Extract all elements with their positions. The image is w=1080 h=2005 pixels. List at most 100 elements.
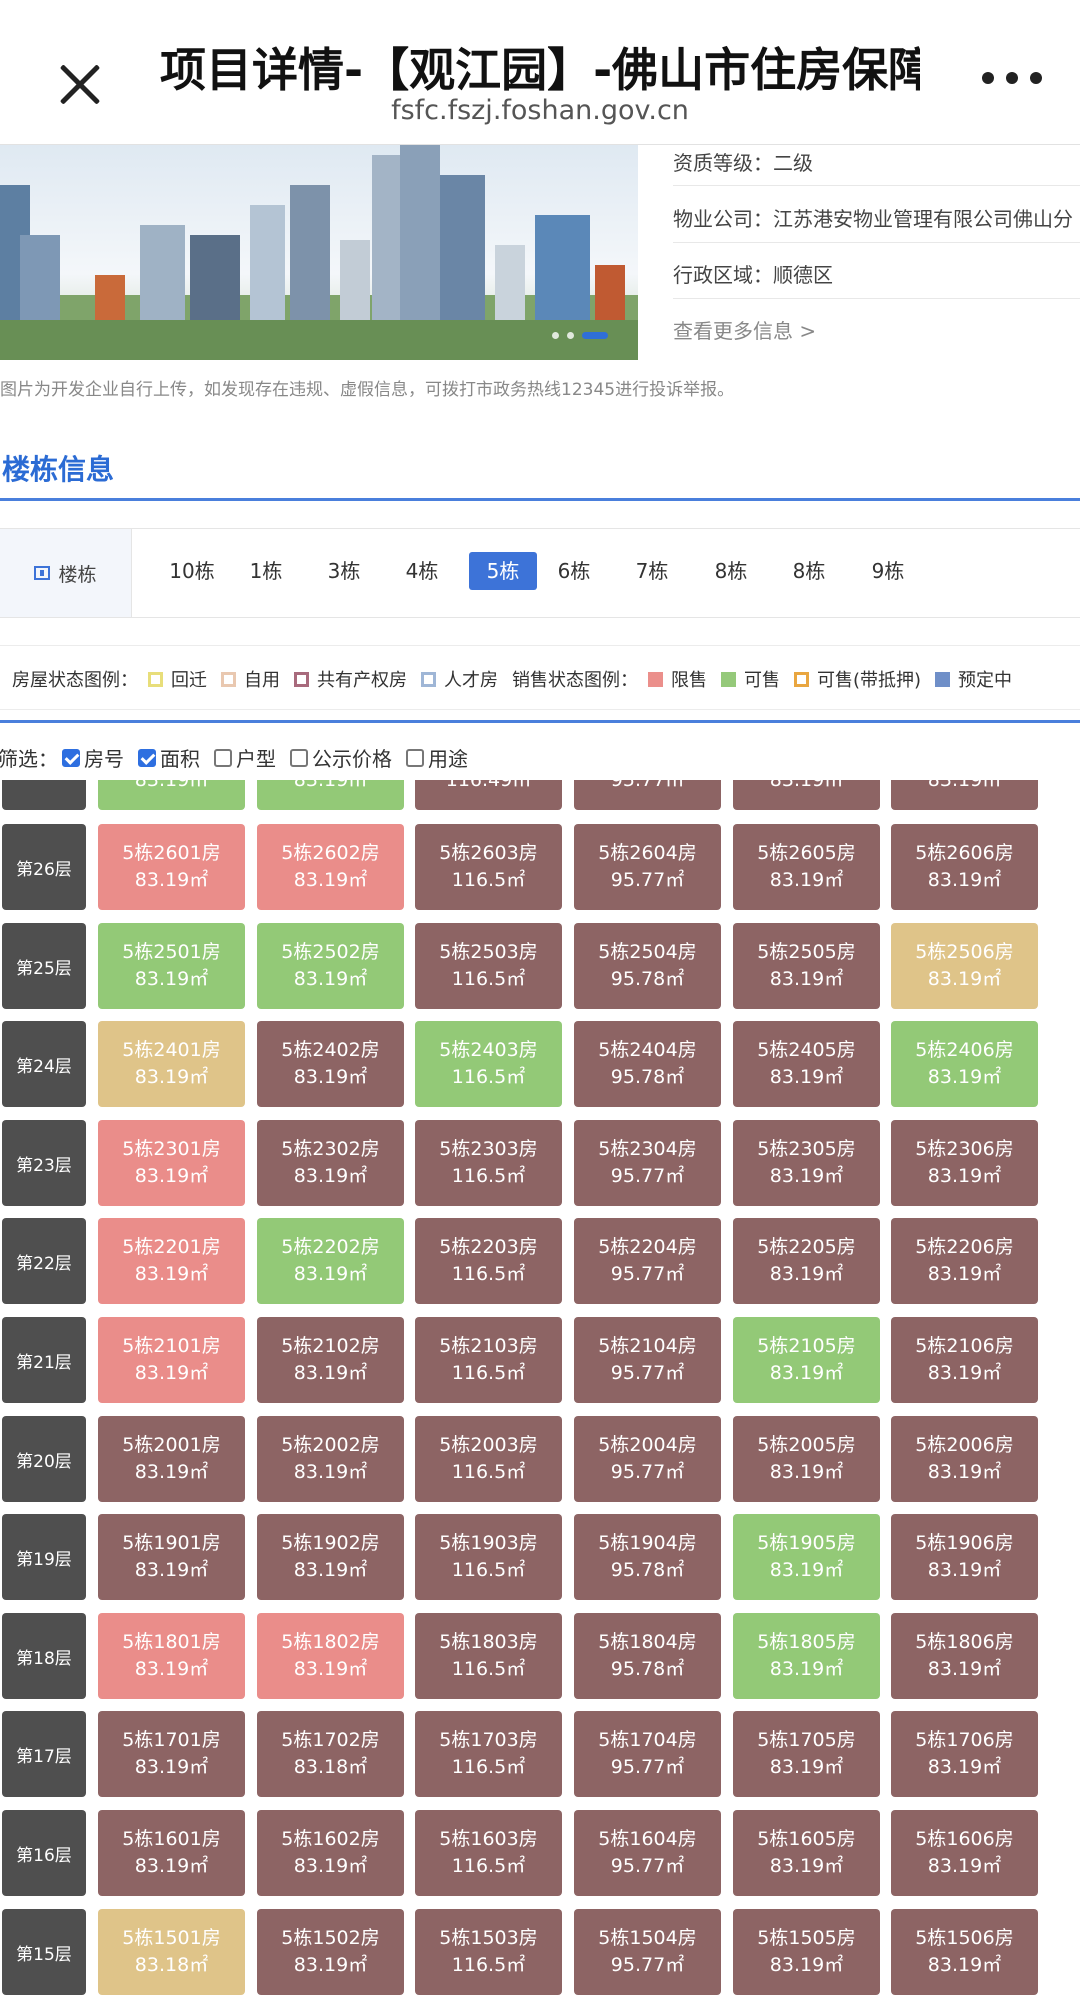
unit-cell[interactable]: 5栋1902房 83.19㎡ — [257, 1514, 404, 1600]
photo-pagination[interactable] — [552, 332, 608, 339]
unit-cell[interactable]: 5栋2005房 83.19㎡ — [733, 1416, 880, 1502]
unit-cell[interactable]: 5栋2404房 95.78㎡ — [574, 1021, 721, 1107]
unit-cell[interactable]: 83.19㎡ — [257, 780, 404, 810]
unit-cell[interactable]: 83.19㎡ — [733, 780, 880, 810]
unit-cell[interactable]: 5栋1806房 83.19㎡ — [891, 1613, 1038, 1699]
unit-cell[interactable]: 5栋1901房 83.19㎡ — [98, 1514, 245, 1600]
unit-cell[interactable]: 5栋1502房 83.19㎡ — [257, 1909, 404, 1995]
unit-cell[interactable]: 5栋1504房 95.77㎡ — [574, 1909, 721, 1995]
building-tab[interactable]: 5栋 — [469, 552, 537, 590]
building-tab[interactable]: 1栋 — [242, 552, 290, 590]
unit-cell[interactable]: 5栋1705房 83.19㎡ — [733, 1711, 880, 1797]
filter-option[interactable]: 面积 — [138, 743, 200, 772]
unit-cell[interactable]: 5栋1706房 83.19㎡ — [891, 1711, 1038, 1797]
unit-cell[interactable]: 5栋1905房 83.19㎡ — [733, 1514, 880, 1600]
building-tab[interactable]: 9栋 — [864, 552, 912, 590]
building-tab[interactable]: 8栋 — [785, 552, 833, 590]
unit-cell[interactable]: 5栋2102房 83.19㎡ — [257, 1317, 404, 1403]
unit-cell[interactable]: 5栋2604房 95.77㎡ — [574, 824, 721, 910]
unit-cell[interactable]: 5栋1601房 83.19㎡ — [98, 1810, 245, 1896]
checkbox-checked-icon[interactable] — [138, 748, 156, 767]
unit-cell[interactable]: 5栋2602房 83.19㎡ — [257, 824, 404, 910]
filter-option[interactable]: 用途 — [406, 743, 468, 772]
unit-cell[interactable]: 5栋2605房 83.19㎡ — [733, 824, 880, 910]
unit-cell[interactable]: 5栋2105房 83.19㎡ — [733, 1317, 880, 1403]
more-info-link[interactable]: 查看更多信息 > — [673, 315, 816, 344]
unit-cell[interactable]: 5栋2201房 83.19㎡ — [98, 1218, 245, 1304]
unit-cell[interactable]: 5栋1602房 83.19㎡ — [257, 1810, 404, 1896]
unit-cell[interactable]: 5栋2402房 83.19㎡ — [257, 1021, 404, 1107]
unit-cell[interactable]: 95.77㎡ — [574, 780, 721, 810]
unit-cell[interactable]: 5栋2606房 83.19㎡ — [891, 824, 1038, 910]
unit-cell[interactable]: 5栋1603房 116.5㎡ — [415, 1810, 562, 1896]
checkbox-unchecked-icon[interactable] — [290, 748, 308, 767]
unit-cell[interactable]: 5栋2405房 83.19㎡ — [733, 1021, 880, 1107]
unit-cell[interactable]: 5栋1505房 83.19㎡ — [733, 1909, 880, 1995]
unit-cell[interactable]: 5栋2305房 83.19㎡ — [733, 1120, 880, 1206]
unit-cell[interactable]: 5栋2001房 83.19㎡ — [98, 1416, 245, 1502]
building-tab[interactable]: 3栋 — [320, 552, 368, 590]
photo-dot[interactable] — [552, 332, 559, 339]
unit-cell[interactable]: 5栋2502房 83.19㎡ — [257, 923, 404, 1009]
unit-cell[interactable]: 83.19㎡ — [98, 780, 245, 810]
unit-cell[interactable]: 5栋1605房 83.19㎡ — [733, 1810, 880, 1896]
unit-cell[interactable]: 5栋2203房 116.5㎡ — [415, 1218, 562, 1304]
more-options-icon[interactable] — [982, 72, 1042, 92]
unit-cell[interactable]: 5栋2505房 83.19㎡ — [733, 923, 880, 1009]
unit-cell[interactable]: 5栋1802房 83.19㎡ — [257, 1613, 404, 1699]
building-tab[interactable]: 8栋 — [707, 552, 755, 590]
unit-cell[interactable]: 5栋1702房 83.18㎡ — [257, 1711, 404, 1797]
unit-cell[interactable]: 5栋1903房 116.5㎡ — [415, 1514, 562, 1600]
unit-grid[interactable]: 83.19㎡ 83.19㎡ 116.49㎡ 95.77㎡ 83.19㎡ 83.19㎡ 第26… — [0, 780, 1080, 2005]
unit-cell[interactable]: 5栋1501房 83.18㎡ — [98, 1909, 245, 1995]
unit-cell[interactable]: 5栋2204房 95.77㎡ — [574, 1218, 721, 1304]
unit-cell[interactable]: 5栋2603房 116.5㎡ — [415, 824, 562, 910]
unit-cell[interactable]: 5栋2004房 95.77㎡ — [574, 1416, 721, 1502]
photo-dot[interactable] — [567, 332, 574, 339]
unit-cell[interactable]: 5栋1703房 116.5㎡ — [415, 1711, 562, 1797]
unit-cell[interactable]: 5栋2002房 83.19㎡ — [257, 1416, 404, 1502]
unit-cell[interactable]: 5栋1805房 83.19㎡ — [733, 1613, 880, 1699]
filter-option[interactable]: 房号 — [62, 743, 124, 772]
unit-cell[interactable]: 5栋2501房 83.19㎡ — [98, 923, 245, 1009]
unit-cell[interactable]: 5栋1704房 95.77㎡ — [574, 1711, 721, 1797]
unit-cell[interactable]: 5栋1904房 95.78㎡ — [574, 1514, 721, 1600]
unit-cell[interactable]: 5栋2403房 116.5㎡ — [415, 1021, 562, 1107]
building-tab[interactable]: 7栋 — [628, 552, 676, 590]
unit-cell[interactable]: 5栋2301房 83.19㎡ — [98, 1120, 245, 1206]
unit-cell[interactable]: 5栋2106房 83.19㎡ — [891, 1317, 1038, 1403]
unit-cell[interactable]: 116.49㎡ — [415, 780, 562, 810]
filter-option[interactable]: 公示价格 — [290, 743, 392, 772]
checkbox-unchecked-icon[interactable] — [406, 748, 424, 767]
unit-cell[interactable]: 5栋2103房 116.5㎡ — [415, 1317, 562, 1403]
unit-cell[interactable]: 5栋1506房 83.19㎡ — [891, 1909, 1038, 1995]
checkbox-checked-icon[interactable] — [62, 748, 80, 767]
unit-cell[interactable]: 5栋2304房 95.77㎡ — [574, 1120, 721, 1206]
unit-cell[interactable]: 5栋1804房 95.78㎡ — [574, 1613, 721, 1699]
unit-cell[interactable]: 5栋2406房 83.19㎡ — [891, 1021, 1038, 1107]
unit-cell[interactable]: 5栋2003房 116.5㎡ — [415, 1416, 562, 1502]
unit-cell[interactable]: 5栋2202房 83.19㎡ — [257, 1218, 404, 1304]
unit-cell[interactable]: 5栋2006房 83.19㎡ — [891, 1416, 1038, 1502]
unit-cell[interactable]: 83.19㎡ — [891, 780, 1038, 810]
unit-cell[interactable]: 5栋2601房 83.19㎡ — [98, 824, 245, 910]
unit-cell[interactable]: 5栋2206房 83.19㎡ — [891, 1218, 1038, 1304]
unit-cell[interactable]: 5栋1503房 116.5㎡ — [415, 1909, 562, 1995]
unit-cell[interactable]: 5栋1803房 116.5㎡ — [415, 1613, 562, 1699]
unit-cell[interactable]: 5栋1701房 83.19㎡ — [98, 1711, 245, 1797]
unit-cell[interactable]: 5栋2506房 83.19㎡ — [891, 923, 1038, 1009]
unit-cell[interactable]: 5栋2205房 83.19㎡ — [733, 1218, 880, 1304]
building-tab[interactable]: 10栋 — [160, 552, 224, 590]
unit-cell[interactable]: 5栋2101房 83.19㎡ — [98, 1317, 245, 1403]
unit-cell[interactable]: 5栋2504房 95.78㎡ — [574, 923, 721, 1009]
photo-dot-active[interactable] — [582, 332, 608, 339]
unit-cell[interactable]: 5栋2302房 83.19㎡ — [257, 1120, 404, 1206]
unit-cell[interactable]: 5栋1801房 83.19㎡ — [98, 1613, 245, 1699]
unit-cell[interactable]: 5栋1604房 95.77㎡ — [574, 1810, 721, 1896]
checkbox-unchecked-icon[interactable] — [214, 748, 232, 767]
building-tab[interactable]: 4栋 — [398, 552, 446, 590]
unit-cell[interactable]: 5栋1906房 83.19㎡ — [891, 1514, 1038, 1600]
building-tab[interactable]: 6栋 — [550, 552, 598, 590]
unit-cell[interactable]: 5栋2503房 116.5㎡ — [415, 923, 562, 1009]
filter-option[interactable]: 户型 — [214, 743, 276, 772]
